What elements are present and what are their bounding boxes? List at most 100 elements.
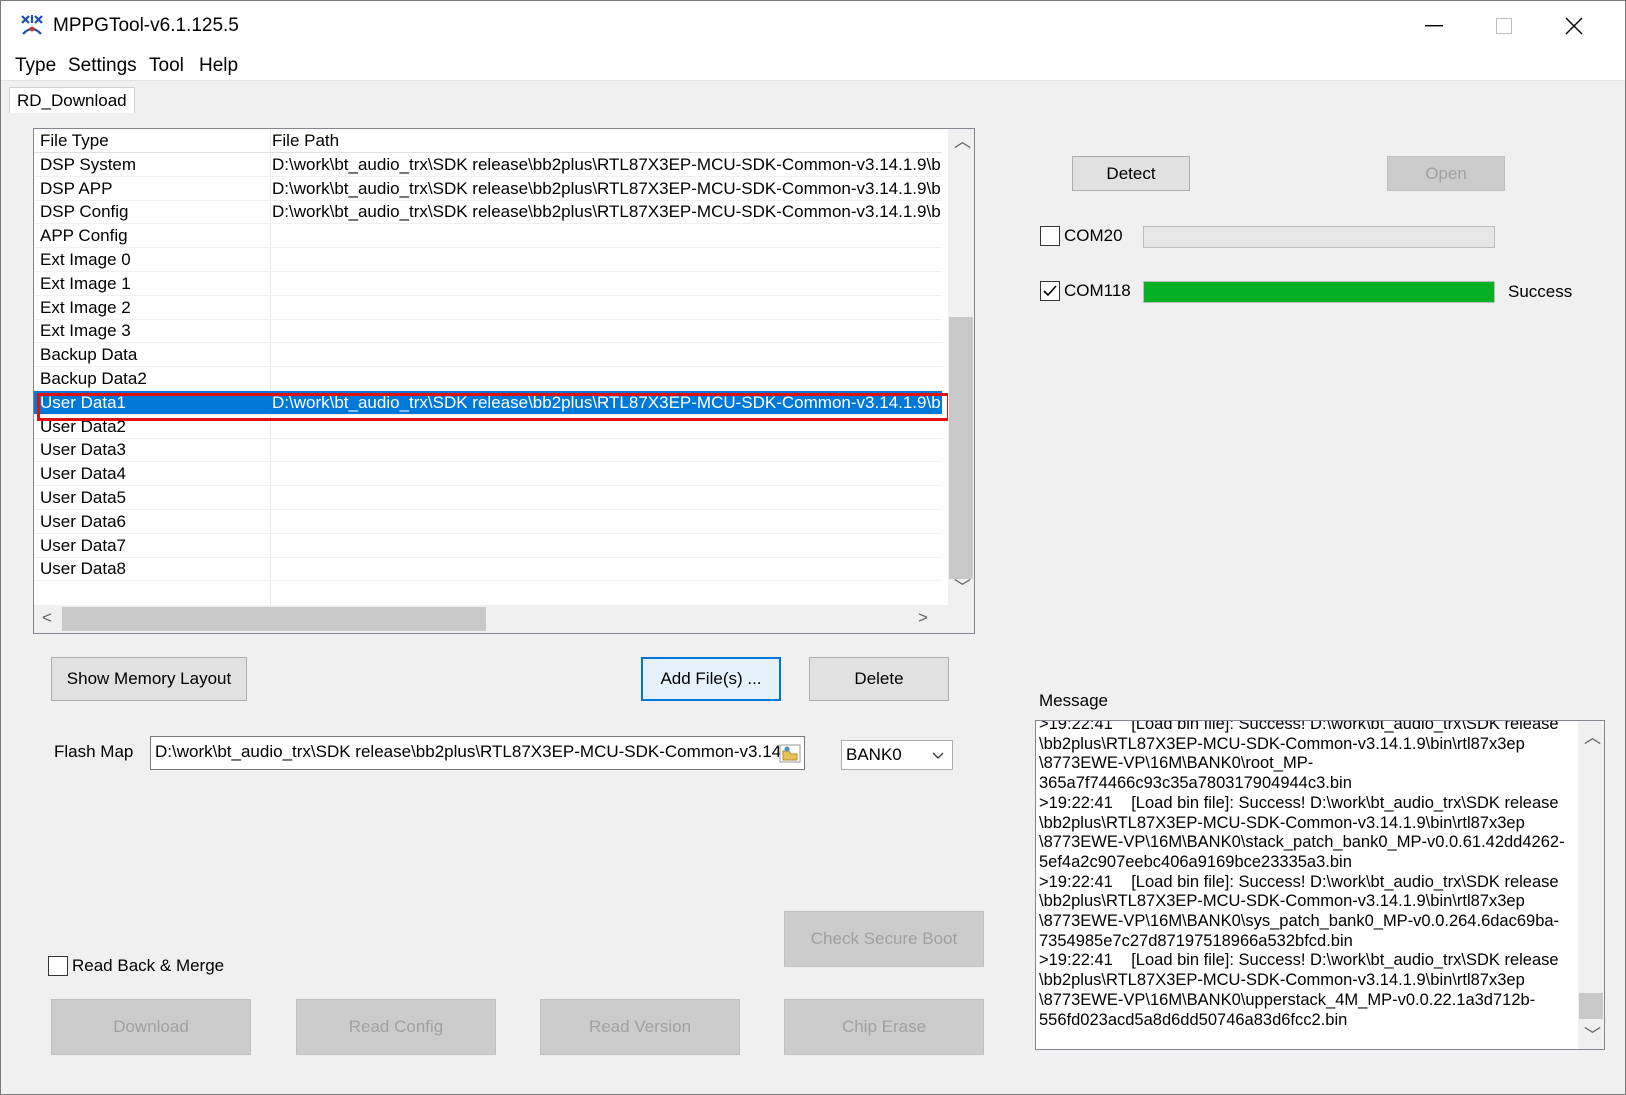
file-type-cell: User Data8: [40, 559, 126, 579]
file-type-cell: Ext Image 1: [40, 273, 131, 293]
open-button[interactable]: Open: [1387, 156, 1505, 191]
message-scroll-thumb[interactable]: [1579, 993, 1603, 1019]
table-row[interactable]: DSP System D:\work\bt_audio_trx\SDK relea…: [34, 153, 942, 177]
bank-select[interactable]: BANK0: [841, 740, 953, 770]
table-row[interactable]: APP Config: [34, 224, 942, 249]
table-row[interactable]: Ext Image 2: [34, 296, 942, 320]
file-type-cell: DSP APP: [40, 178, 113, 198]
check-secure-boot-button[interactable]: Check Secure Boot: [784, 911, 984, 967]
close-icon: [1565, 17, 1583, 35]
add-files-button[interactable]: Add File(s) ...: [641, 657, 781, 701]
delete-button[interactable]: Delete: [809, 657, 949, 701]
file-path-header[interactable]: File Path: [272, 129, 940, 152]
read-version-button[interactable]: Read Version: [540, 999, 740, 1055]
table-horizontal-scrollbar[interactable]: < >: [34, 605, 974, 633]
file-type-cell: Ext Image 2: [40, 297, 131, 317]
show-memory-layout-button[interactable]: Show Memory Layout: [51, 657, 247, 701]
menu-type[interactable]: Type: [15, 55, 56, 77]
com20-label: COM20: [1064, 226, 1123, 245]
message-vertical-scrollbar[interactable]: ︿ ﹀: [1578, 721, 1604, 1049]
table-row[interactable]: DSP APP D:\work\bt_audio_trx\SDK release\…: [34, 177, 942, 201]
menu-bar: Type Settings Tool Help: [1, 51, 1625, 81]
com118-label: COM118: [1064, 281, 1131, 300]
close-button[interactable]: [1539, 1, 1609, 51]
file-type-cell: Ext Image 0: [40, 250, 131, 269]
scroll-up-icon[interactable]: ︿: [954, 133, 971, 150]
file-type-cell: User Data1: [40, 392, 126, 412]
table-header-row: File Type File Path: [34, 129, 942, 153]
file-type-cell: Backup Data2: [40, 369, 147, 388]
menu-help[interactable]: Help: [199, 55, 238, 77]
file-path-cell: D:\work\bt_audio_trx\SDK release\bb2plus…: [272, 392, 940, 412]
table-row[interactable]: Ext Image 3: [34, 319, 942, 344]
file-type-cell: User Data5: [40, 488, 126, 507]
window-title: MPPGTool-v6.1.125.5: [53, 15, 239, 36]
table-row[interactable]: User Data4: [34, 462, 942, 487]
detect-button[interactable]: Detect: [1072, 156, 1190, 191]
table-row[interactable]: Backup Data2: [34, 367, 942, 391]
file-type-cell: Backup Data: [40, 345, 138, 365]
file-type-cell: User Data7: [40, 535, 126, 555]
table-row[interactable]: User Data5: [34, 486, 942, 510]
menu-tool[interactable]: Tool: [149, 55, 184, 77]
message-log[interactable]: >19:22:41 [Load bin file]: Success! D:\w…: [1035, 720, 1605, 1050]
checkmark-icon: [1043, 285, 1057, 297]
com20-progress-bar: [1143, 226, 1495, 248]
com20-checkbox[interactable]: [1040, 226, 1060, 246]
read-back-merge-label: Read Back & Merge: [72, 956, 225, 975]
file-type-cell: User Data3: [40, 440, 126, 460]
file-type-cell: User Data4: [40, 464, 126, 484]
read-config-button[interactable]: Read Config: [296, 999, 496, 1055]
table-vertical-thumb[interactable]: [949, 317, 973, 579]
file-path-cell: D:\work\bt_audio_trx\SDK release\bb2plus…: [272, 178, 940, 198]
file-type-cell: DSP Config: [40, 202, 129, 222]
com118-status: Success: [1508, 282, 1573, 301]
scroll-down-icon[interactable]: ﹀: [954, 579, 971, 596]
bank-select-value: BANK0: [846, 745, 902, 764]
menu-settings[interactable]: Settings: [68, 55, 137, 77]
minimize-button[interactable]: [1399, 1, 1469, 51]
table-row[interactable]: User Data6: [34, 510, 942, 534]
maximize-button[interactable]: [1469, 1, 1539, 51]
app-logo-icon: [21, 15, 43, 35]
table-row[interactable]: User Data3: [34, 438, 942, 463]
com118-checkbox[interactable]: [1040, 281, 1060, 301]
scroll-right-icon[interactable]: >: [918, 609, 928, 626]
table-row[interactable]: Backup Data: [34, 343, 942, 368]
download-button[interactable]: Download: [51, 999, 251, 1055]
file-type-cell: User Data2: [40, 416, 126, 436]
main-window: MPPGTool-v6.1.125.5 Type Settings Tool H…: [0, 0, 1626, 1095]
file-type-header[interactable]: File Type: [40, 129, 265, 152]
maximize-icon: [1496, 18, 1512, 34]
chevron-down-icon: [932, 752, 944, 759]
flash-map-path-input[interactable]: D:\work\bt_audio_trx\SDK release\bb2plus…: [150, 736, 805, 770]
table-row[interactable]: User Data1 D:\work\bt_audio_trx\SDK relea…: [34, 390, 942, 415]
folder-icon: [779, 744, 801, 763]
table-horizontal-thumb[interactable]: [62, 607, 486, 631]
message-label: Message: [1039, 691, 1108, 710]
browse-folder-button[interactable]: [777, 739, 803, 767]
file-type-cell: User Data6: [40, 511, 126, 531]
table-row[interactable]: User Data8: [34, 557, 942, 582]
com118-progress-bar: [1143, 281, 1495, 303]
message-scroll-up-icon[interactable]: ︿: [1584, 729, 1601, 746]
table-row[interactable]: Ext Image 1: [34, 272, 942, 296]
file-path-cell: D:\work\bt_audio_trx\SDK release\bb2plus…: [272, 154, 940, 174]
minimize-icon: [1425, 25, 1443, 27]
message-log-text: >19:22:41 [Load bin file]: Success! D:\w…: [1039, 720, 1565, 1029]
file-type-cell: DSP System: [40, 154, 137, 174]
file-type-cell: APP Config: [40, 226, 128, 246]
com118-progress-fill: [1144, 282, 1494, 302]
file-table[interactable]: File Type File Path DSP System D:\work\bt_a…: [33, 128, 975, 634]
read-back-merge-checkbox[interactable]: [48, 956, 68, 976]
scroll-left-icon[interactable]: <: [42, 609, 52, 626]
chip-erase-button[interactable]: Chip Erase: [784, 999, 984, 1055]
table-row[interactable]: Ext Image 0: [34, 248, 942, 272]
table-row[interactable]: DSP Config D:\work\bt_audio_trx\SDK relea…: [34, 200, 942, 225]
file-type-cell: Ext Image 3: [40, 321, 131, 341]
table-row[interactable]: User Data2: [34, 415, 942, 439]
tab-rd-download[interactable]: RD_Download: [9, 87, 135, 113]
table-row[interactable]: User Data7: [34, 534, 942, 558]
message-scroll-down-icon[interactable]: ﹀: [1584, 1027, 1601, 1044]
table-vertical-scrollbar[interactable]: ︿ ﹀: [948, 129, 974, 605]
